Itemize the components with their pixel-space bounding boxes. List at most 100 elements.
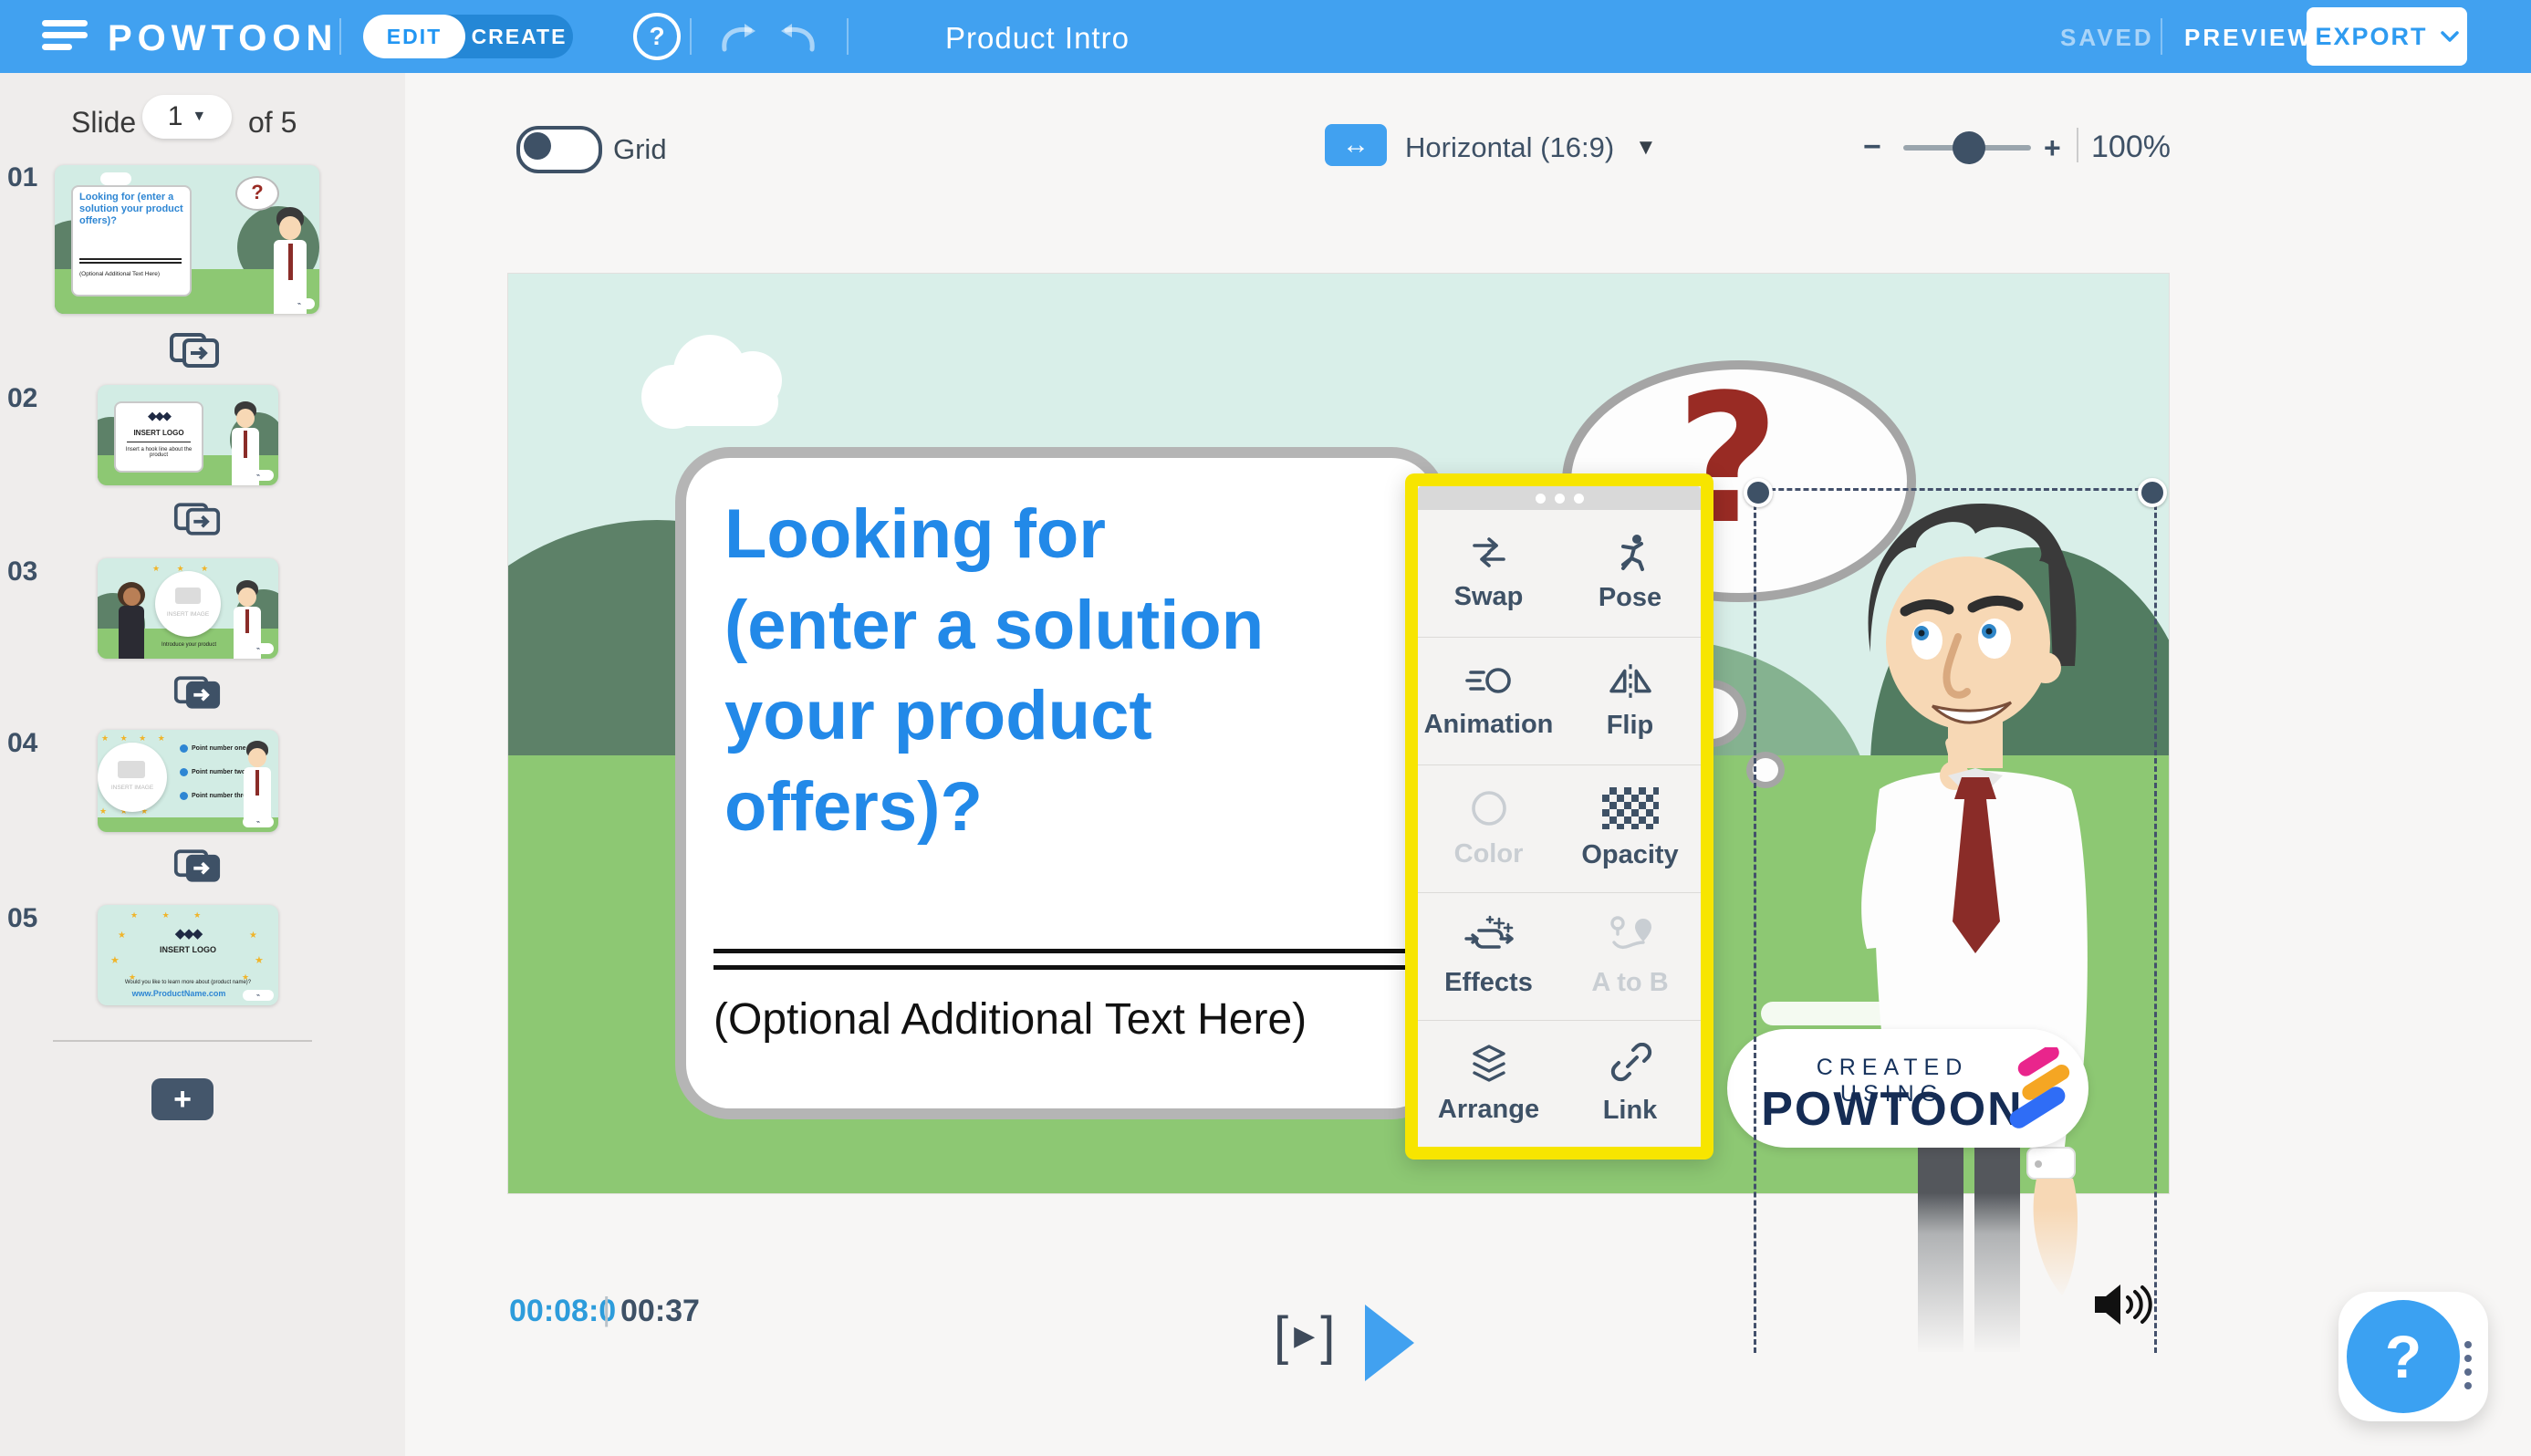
slide-thumbnail-1[interactable]: Looking for (enter a solution your produ… — [55, 165, 319, 314]
export-label: EXPORT — [2315, 22, 2428, 50]
slide-number: 04 — [7, 728, 38, 758]
grid-toggle[interactable] — [516, 126, 602, 173]
selection-handle[interactable] — [2138, 478, 2167, 507]
menu-item-color: Color — [1418, 765, 1559, 892]
zoom-divider — [2077, 128, 2078, 162]
thumb-point-1: Point number one — [192, 745, 246, 752]
help-icon[interactable]: ? — [633, 13, 681, 60]
hamburger-menu-icon[interactable] — [42, 20, 88, 56]
topbar-divider — [847, 18, 849, 55]
thumb-subtitle: Insert a hook line about the product — [125, 447, 193, 458]
slide-number-dropdown[interactable]: 1 ▼ — [142, 95, 232, 139]
slide-number: 05 — [7, 903, 38, 933]
menu-item-a-to-b: A to B — [1559, 893, 1701, 1020]
create-mode-button[interactable]: CREATE — [465, 25, 573, 49]
thumb-logo-diamonds: ◆◆◆ — [174, 926, 203, 941]
thumb-question-bubble: ? — [235, 176, 279, 211]
slide-thumbnail-4[interactable]: ★ ★ ★ ★ ★ ★ ★ INSERT IMAGE Point number … — [98, 730, 278, 832]
swap-icon — [1472, 537, 1505, 567]
slide-thumbnail-5[interactable]: ★ ★ ★ ★ ★ ★ ★ ★ ★ ◆◆◆ INSERT LOGO Would … — [98, 905, 278, 1005]
menu-item-effects[interactable]: Effects — [1418, 893, 1559, 1020]
powtoon-logo: POWTOON — [108, 18, 339, 58]
thumb-stars: ★ ★ ★ — [130, 910, 213, 920]
thumb-subtitle: Would you like to learn more about (prod… — [124, 980, 252, 985]
thumb-url: www.ProductName.com — [131, 989, 226, 998]
menu-item-arrange[interactable]: Arrange — [1418, 1021, 1559, 1148]
slide-number: 03 — [7, 556, 38, 587]
transition-button-1[interactable] — [169, 332, 220, 369]
menu-item-flip[interactable]: Flip — [1559, 638, 1701, 764]
slide-number: 01 — [7, 162, 38, 192]
thumb-label: INSERT IMAGE — [166, 611, 210, 618]
zoom-percentage: 100% — [2091, 130, 2171, 164]
thumb-stars: ★ — [255, 955, 264, 966]
edit-create-toggle[interactable]: EDIT CREATE — [363, 15, 573, 58]
thumb-watermark: ⌁ — [243, 470, 274, 481]
separator-line — [713, 965, 1409, 970]
zoom-in-button[interactable]: + — [2044, 131, 2061, 165]
elapsed-time: 00:08:0 — [509, 1294, 617, 1328]
thumb-logo-diamonds: ◆◆◆ — [148, 409, 172, 422]
a-to-b-icon — [1609, 916, 1651, 950]
thumb-title: Looking for (enter a solution your produ… — [79, 192, 183, 227]
help-bubble-icon[interactable]: ? — [2347, 1300, 2460, 1413]
transition-button-3[interactable] — [173, 675, 221, 710]
saved-status: SAVED — [2060, 24, 2154, 51]
pose-icon — [1620, 535, 1644, 571]
topbar-divider — [339, 18, 341, 55]
zoom-out-button[interactable]: − — [1863, 130, 1881, 165]
menu-item-swap[interactable]: Swap — [1418, 510, 1559, 637]
separator-line — [713, 949, 1409, 953]
slide-current: 1 — [167, 101, 183, 131]
redo-icon[interactable] — [776, 22, 819, 55]
document-title[interactable]: Product Intro — [945, 21, 1130, 56]
thumb-subtitle: (Optional Additional Text Here) — [79, 271, 161, 277]
menu-drag-handle[interactable] — [1418, 486, 1701, 510]
grid-label: Grid — [613, 133, 667, 165]
thumb-watermark: ⌁ — [284, 298, 315, 309]
top-bar: POWTOON EDIT CREATE ? Product Intro SAVE… — [0, 0, 2531, 73]
play-slide-button[interactable]: [ ▶ ] — [1274, 1310, 1335, 1363]
export-button[interactable]: EXPORT — [2307, 7, 2467, 66]
edit-mode-button[interactable]: EDIT — [363, 15, 465, 58]
time-divider: | — [602, 1290, 611, 1327]
link-icon — [1610, 1043, 1651, 1082]
selection-handle[interactable] — [1744, 478, 1773, 507]
selection-marquee[interactable] — [1744, 478, 2167, 1353]
thumb-stars: ★ — [110, 955, 120, 966]
slide-text-box[interactable]: Looking for (enter a solution your produ… — [686, 458, 1435, 1108]
object-context-menu: Swap Pose Animation Flip Color Opacity E… — [1405, 473, 1713, 1160]
slide-title-text[interactable]: Looking for (enter a solution your produ… — [724, 489, 1363, 852]
menu-item-animation[interactable]: Animation — [1418, 638, 1559, 764]
color-icon — [1471, 791, 1506, 826]
slide-thumbnail-2[interactable]: ◆◆◆ INSERT LOGO Insert a hook line about… — [98, 385, 278, 485]
preview-button[interactable]: PREVIEW — [2184, 24, 2313, 52]
slide-thumbnail-3[interactable]: ★ ★ ★ INSERT IMAGE Introduce your produc… — [98, 558, 278, 659]
menu-item-pose[interactable]: Pose — [1559, 510, 1701, 637]
orientation-dropdown[interactable]: Horizontal (16:9) — [1405, 131, 1614, 164]
add-slide-button[interactable]: + — [151, 1078, 214, 1120]
sidebar-divider — [53, 1040, 312, 1042]
thumb-point-2: Point number two — [192, 769, 246, 775]
slide-subtitle-text[interactable]: (Optional Additional Text Here) — [713, 994, 1307, 1045]
slide-label: Slide — [71, 106, 137, 139]
transition-button-2[interactable] — [173, 502, 221, 536]
dropdown-triangle-icon[interactable]: ▼ — [1635, 135, 1657, 161]
menu-item-link[interactable]: Link — [1559, 1021, 1701, 1148]
help-widget[interactable]: ? — [2338, 1292, 2488, 1421]
zoom-slider-knob[interactable] — [1953, 131, 1985, 164]
slides-sidebar: Slide 1 ▼ of 5 01 Looking for (enter a s… — [0, 73, 405, 1456]
thumb-watermark: ⌁ — [243, 990, 274, 1001]
slide-total: of 5 — [248, 106, 297, 139]
grid-toggle-knob — [524, 132, 551, 160]
flip-icon — [1609, 664, 1651, 699]
menu-item-opacity[interactable]: Opacity — [1559, 765, 1701, 892]
more-options-dots-icon[interactable] — [2464, 1341, 2472, 1389]
undo-icon[interactable] — [717, 22, 761, 55]
plus-icon: + — [173, 1081, 192, 1117]
chevron-down-icon — [2440, 30, 2459, 42]
play-presentation-button[interactable] — [1365, 1305, 1414, 1381]
cloud-shape — [641, 324, 797, 429]
effects-icon — [1463, 915, 1514, 949]
transition-button-4[interactable] — [173, 848, 221, 883]
